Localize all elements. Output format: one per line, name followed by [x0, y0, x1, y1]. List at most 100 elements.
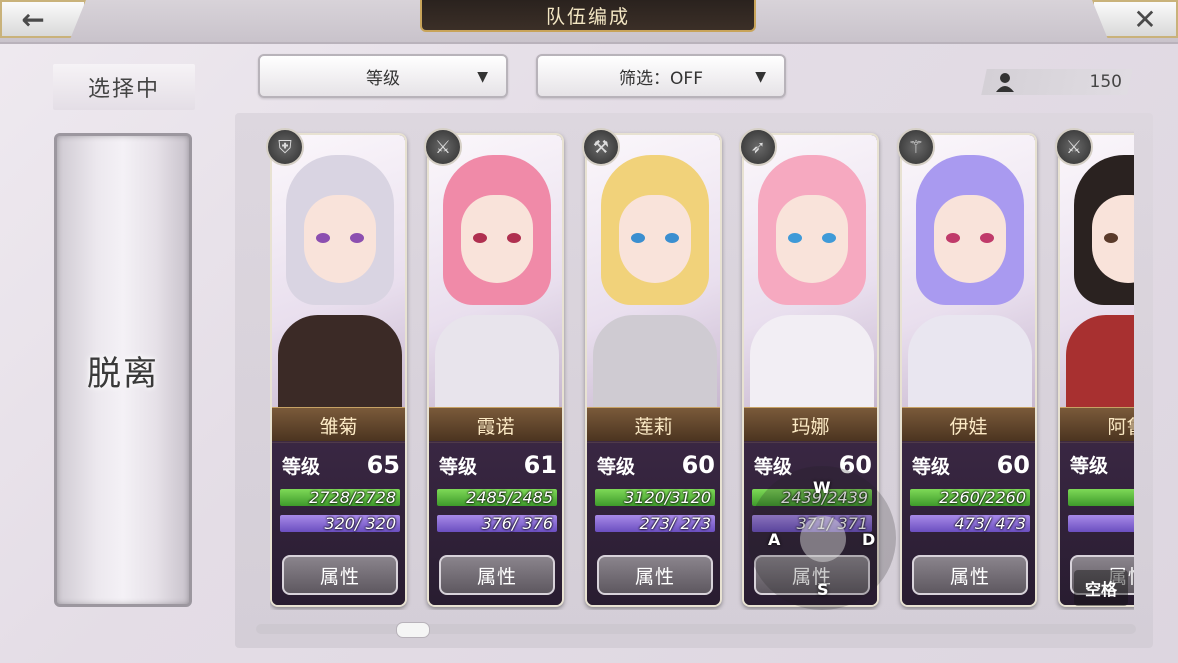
portrait-eye	[473, 233, 487, 243]
portrait-outfit	[908, 315, 1032, 407]
level-value: 60	[996, 451, 1030, 479]
character-name: 霞诺	[429, 407, 562, 443]
character-portrait	[744, 135, 877, 407]
portrait-face	[619, 195, 691, 283]
bow-icon: ➶	[739, 128, 777, 166]
character-stats: 等级 60 2260/2260 473/ 473 属性	[902, 441, 1035, 605]
staff-icon: ⚚	[897, 128, 935, 166]
key-s-label: S	[817, 580, 829, 599]
character-card[interactable]: 霞诺 等级 61 2485/2485 376/ 376 属性	[427, 133, 564, 607]
level-value: 60	[681, 451, 715, 479]
portrait-face	[461, 195, 533, 283]
close-icon: ✕	[1133, 2, 1157, 36]
character-portrait	[429, 135, 562, 407]
character-portrait	[902, 135, 1035, 407]
chevron-down-icon: ▼	[755, 69, 766, 85]
character-portrait	[587, 135, 720, 407]
attributes-button[interactable]: 属性	[912, 555, 1028, 595]
filter-dropdown[interactable]: 筛选：OFF ▼	[536, 54, 786, 98]
portrait-outfit	[750, 315, 874, 407]
mp-bar: 473/ 473	[910, 514, 1030, 533]
character-name: 玛娜	[744, 407, 877, 443]
portrait-eye	[665, 233, 679, 243]
portrait-outfit	[1066, 315, 1134, 407]
character-card[interactable]: 伊娃 等级 60 2260/2260 473/ 473 属性	[900, 133, 1037, 607]
portrait-eye	[350, 233, 364, 243]
horizontal-scrollbar[interactable]	[256, 624, 1136, 634]
character-name: 莲莉	[587, 407, 720, 443]
portrait-outfit	[278, 315, 402, 407]
portrait-face	[776, 195, 848, 283]
level-label: 等级	[439, 456, 478, 478]
chevron-down-icon: ▼	[477, 69, 488, 85]
level-label: 等级	[597, 456, 636, 478]
character-stats: 等级 60 3120/3120 273/ 273 属性	[587, 441, 720, 605]
sort-label: 等级	[366, 68, 400, 89]
attributes-button[interactable]: 属性	[439, 555, 555, 595]
level-value: 65	[366, 451, 400, 479]
mp-bar: 315/	[1068, 515, 1134, 532]
key-a-label: A	[768, 530, 781, 549]
portrait-eye	[946, 233, 960, 243]
leave-party-button[interactable]: 脱离	[54, 133, 192, 607]
portrait-eye	[788, 233, 802, 243]
key-d-label: D	[862, 530, 876, 549]
character-name: 伊娃	[902, 407, 1035, 443]
hp-bar: 2700/	[1068, 489, 1134, 506]
mp-bar: 376/ 376	[437, 514, 557, 533]
mp-bar: 273/ 273	[595, 514, 715, 533]
portrait-eye	[1104, 233, 1118, 243]
unit-count: 150	[996, 69, 1122, 95]
shield-icon: ⛨	[266, 128, 304, 166]
key-w-label: W	[813, 478, 831, 497]
character-card[interactable]: 阿鲁 等级 2700/ 315/ 属性	[1058, 133, 1134, 607]
portrait-eye	[507, 233, 521, 243]
attributes-button[interactable]: 属性	[282, 555, 398, 595]
level-label: 等级	[1070, 455, 1109, 477]
mp-bar: 320/ 320	[280, 514, 400, 533]
hp-bar: 2728/2728	[280, 488, 400, 507]
portrait-eye	[316, 233, 330, 243]
portrait-eye	[822, 233, 836, 243]
filter-label: 筛选：OFF	[619, 68, 703, 89]
portrait-outfit	[435, 315, 559, 407]
level-value: 61	[523, 451, 557, 479]
character-stats: 等级 61 2485/2485 376/ 376 属性	[429, 441, 562, 605]
character-card[interactable]: 雏菊 等级 65 2728/2728 320/ 320 属性	[270, 133, 407, 607]
sword-icon: ⚔	[424, 128, 462, 166]
level-row: 等级 60	[912, 451, 1030, 479]
level-label: 等级	[912, 456, 951, 478]
character-portrait	[272, 135, 405, 407]
level-row: 等级	[1070, 451, 1134, 478]
back-arrow-icon: ←	[21, 2, 45, 36]
character-portrait	[1060, 135, 1134, 407]
axe-icon: ⚒	[582, 128, 620, 166]
character-name: 雏菊	[272, 407, 405, 443]
portrait-eye	[980, 233, 994, 243]
space-key-button[interactable]: 空格	[1074, 570, 1128, 606]
level-row: 等级 61	[439, 451, 557, 479]
dpad-knob[interactable]	[800, 516, 846, 562]
sort-dropdown[interactable]: 等级 ▼	[258, 54, 508, 98]
portrait-face	[304, 195, 376, 283]
attributes-button[interactable]: 属性	[597, 555, 713, 595]
character-name: 阿鲁	[1060, 407, 1134, 443]
unit-count-value: 150	[1089, 72, 1122, 92]
page-title: 队伍编成	[420, 0, 756, 32]
portrait-eye	[631, 233, 645, 243]
level-row: 等级 65	[282, 451, 400, 479]
level-row: 等级 60	[597, 451, 715, 479]
selecting-label: 选择中	[53, 64, 195, 110]
hp-bar: 2485/2485	[437, 488, 557, 507]
hp-bar: 2260/2260	[910, 488, 1030, 507]
portrait-outfit	[593, 315, 717, 407]
sword-icon: ⚔	[1055, 128, 1093, 166]
hp-bar: 3120/3120	[595, 488, 715, 507]
person-icon	[996, 73, 1014, 92]
scrollbar-thumb[interactable]	[396, 622, 430, 638]
character-card-list: 雏菊 等级 65 2728/2728 320/ 320 属性 霞诺 等级 61 …	[270, 130, 1134, 610]
character-stats: 等级 65 2728/2728 320/ 320 属性	[272, 441, 405, 605]
character-card[interactable]: 莲莉 等级 60 3120/3120 273/ 273 属性	[585, 133, 722, 607]
portrait-face	[934, 195, 1006, 283]
level-label: 等级	[282, 456, 321, 478]
